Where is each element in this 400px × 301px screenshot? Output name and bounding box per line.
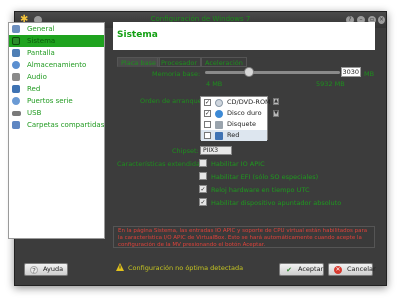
sidebar-item-pantalla[interactable]: Pantalla: [9, 47, 104, 59]
page-header: Sistema: [113, 22, 375, 50]
efi-checkbox[interactable]: [199, 172, 207, 180]
memory-slider-track[interactable]: [205, 71, 340, 74]
chipset-label: Chipset:: [172, 147, 199, 155]
boot-checkbox[interactable]: [204, 121, 211, 128]
utc-clock-checkbox[interactable]: ✓: [199, 185, 207, 193]
memory-unit: MB: [364, 70, 375, 78]
sidebar-item-red[interactable]: Red: [9, 83, 104, 95]
boot-item-disco-duro[interactable]: ✓ Disco duro: [201, 108, 267, 119]
tab-procesador[interactable]: Procesador: [157, 57, 202, 67]
absolute-pointer-label: Habilitar dispositivo apuntador absoluto: [211, 199, 342, 207]
settings-sidebar: General Sistema Pantalla Almacenamiento …: [8, 22, 105, 239]
warning-message: Configuración no óptima detectada: [128, 264, 244, 272]
tab-aceleracion[interactable]: Aceleración: [201, 57, 247, 67]
sidebar-item-carpetas-compartidas[interactable]: Carpetas compartidas: [9, 119, 104, 131]
sidebar-item-label: Audio: [27, 73, 47, 81]
page-title: Sistema: [117, 30, 158, 40]
boot-item-cd-dvd[interactable]: ✓ CD/DVD-ROM: [201, 97, 271, 108]
boot-checkbox[interactable]: ✓: [204, 99, 211, 106]
sidebar-item-usb[interactable]: USB: [9, 107, 104, 119]
help-icon: ?: [30, 266, 38, 275]
help-button-label: Ayuda: [43, 265, 64, 273]
io-apic-checkbox[interactable]: [199, 159, 207, 167]
serial-port-icon: [12, 97, 20, 105]
efi-label: Habilitar EFI (sólo SO especiales): [211, 173, 319, 181]
io-apic-label: Habilitar IO APIC: [211, 160, 265, 168]
memory-slider-handle[interactable]: [244, 67, 254, 77]
sidebar-item-label: Carpetas compartidas: [27, 121, 105, 129]
help-button[interactable]: ? Ayuda: [24, 263, 68, 276]
cancel-button-label: Cancelar: [347, 265, 376, 273]
warning-icon: [116, 263, 124, 271]
tab-placa-base[interactable]: Placa base: [117, 57, 160, 67]
boot-item-label: Disco duro: [227, 109, 262, 117]
boot-item-label: Disquete: [227, 120, 256, 128]
sidebar-item-label: General: [27, 25, 55, 33]
memory-max-label: 5932 MB: [316, 80, 345, 88]
cd-icon: [215, 99, 223, 107]
floppy-icon: [215, 121, 223, 129]
boot-item-label: CD/DVD-ROM: [227, 98, 271, 106]
speaker-icon: [12, 73, 20, 81]
boot-item-red[interactable]: Red: [201, 130, 267, 141]
boot-checkbox[interactable]: ✓: [204, 110, 211, 117]
extended-features-label: Características extendidas:: [117, 160, 206, 168]
sidebar-item-almacenamiento[interactable]: Almacenamiento: [9, 59, 104, 71]
sidebar-item-general[interactable]: General: [9, 23, 104, 35]
sidebar-item-label: Pantalla: [27, 49, 55, 57]
monitor-icon: [12, 49, 20, 57]
usb-icon: [12, 111, 21, 116]
sidebar-item-label: Red: [27, 85, 41, 93]
general-icon: [12, 25, 20, 33]
boot-order-list: ✓ CD/DVD-ROM ✓ Disco duro Disquete Red: [200, 96, 271, 141]
info-message: En la página Sistema, las entradas IO AP…: [113, 226, 375, 248]
sidebar-item-sistema[interactable]: Sistema: [9, 35, 104, 47]
cancel-button[interactable]: ✕ Cancelar: [328, 263, 376, 276]
checkmark-icon: ✔: [286, 266, 292, 274]
sidebar-item-label: Almacenamiento: [27, 61, 87, 69]
memory-input[interactable]: 3030: [341, 67, 361, 77]
move-up-button[interactable]: ▲: [273, 98, 279, 105]
storage-icon: [12, 61, 20, 69]
folder-icon: [12, 121, 20, 129]
absolute-pointer-checkbox[interactable]: ✓: [199, 198, 207, 206]
chip-icon: [12, 37, 20, 45]
hard-disk-icon: [215, 110, 223, 118]
chipset-select[interactable]: PIIX3: [200, 146, 232, 155]
utc-clock-label: Reloj hardware en tiempo UTC: [211, 186, 310, 194]
cancel-icon: ✕: [334, 266, 342, 274]
sidebar-item-audio[interactable]: Audio: [9, 71, 104, 83]
network-icon: [12, 85, 20, 93]
boot-order-label: Orden de arranque:: [140, 97, 204, 105]
close-button[interactable]: ×: [378, 16, 385, 24]
memory-min-label: 4 MB: [206, 80, 223, 88]
sidebar-item-label: Sistema: [27, 37, 56, 45]
ok-button[interactable]: ✔ Aceptar: [279, 263, 324, 276]
network-icon: [215, 132, 223, 140]
boot-item-label: Red: [227, 131, 240, 139]
sidebar-item-label: USB: [27, 109, 42, 117]
ok-button-label: Aceptar: [298, 265, 324, 273]
move-down-button[interactable]: ▼: [273, 110, 279, 117]
memory-label: Memoria base:: [152, 70, 201, 78]
sidebar-item-puertos-serie[interactable]: Puertos serie: [9, 95, 104, 107]
sidebar-item-label: Puertos serie: [27, 97, 73, 105]
boot-item-disquete[interactable]: Disquete: [201, 119, 267, 130]
boot-checkbox[interactable]: [204, 132, 211, 139]
